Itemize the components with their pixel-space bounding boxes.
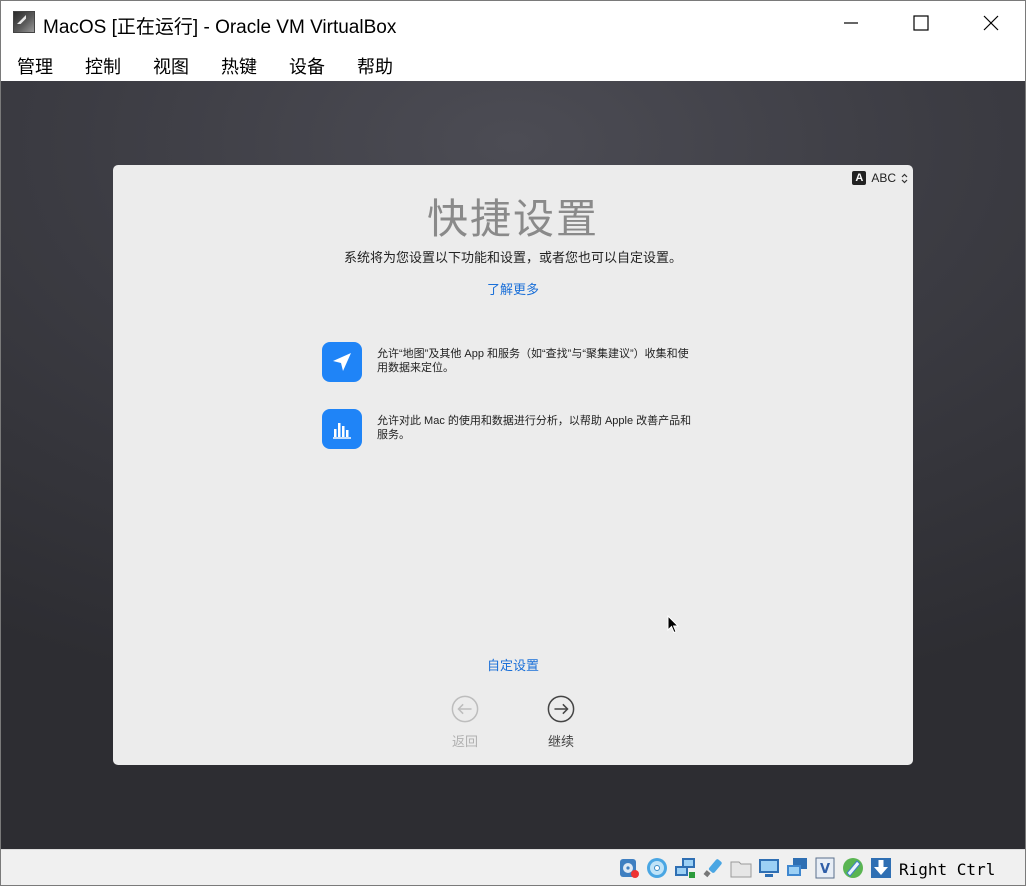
feature-analytics-text: 允许对此 Mac 的使用和数据进行分析，以帮助 Apple 改善产品和服务。: [377, 415, 692, 441]
menu-control[interactable]: 控制: [85, 53, 121, 79]
page-subtitle: 系统将为您设置以下功能和设置，或者您也可以自定设置。: [343, 250, 682, 265]
close-icon: [983, 15, 999, 31]
learn-more-link[interactable]: 了解更多: [113, 279, 913, 298]
menu-hotkeys[interactable]: 热键: [221, 53, 257, 79]
input-source-badge: A: [852, 171, 867, 185]
continue-label: 继续: [547, 734, 574, 749]
hard-disk-icon[interactable]: [617, 856, 641, 880]
minimize-button[interactable]: [816, 1, 886, 45]
window-title: MacOS [正在运行] - Oracle VM VirtualBox: [43, 17, 397, 38]
display-icon[interactable]: [757, 856, 781, 880]
virtualbox-app-icon: [13, 11, 35, 33]
network-icon[interactable]: [673, 856, 697, 880]
keyboard-capture-icon[interactable]: [869, 856, 893, 880]
feature-location: 允许“地图”及其他 App 和服务（如“查找”与“聚集建议”）收集和使用数据来定…: [322, 342, 722, 382]
continue-button[interactable]: 继续: [531, 695, 591, 750]
maximize-icon: [913, 15, 929, 31]
maximize-button[interactable]: [886, 1, 956, 45]
status-bar: V Right Ctrl: [1, 849, 1025, 885]
minimize-icon: [844, 22, 858, 24]
back-label: 返回: [451, 734, 478, 749]
menu-manage[interactable]: 管理: [17, 53, 53, 79]
svg-text:V: V: [820, 862, 830, 877]
capture-icon[interactable]: [785, 856, 809, 880]
input-source-label: ABC: [871, 171, 896, 185]
menu-view[interactable]: 视图: [153, 53, 189, 79]
setup-assistant-panel: A ABC 快捷设置 系统将为您设置以下功能和设置，或者您也可以自定设置。 了解…: [113, 165, 913, 765]
customize-settings-link[interactable]: 自定设置: [113, 655, 913, 674]
feature-analytics: 允许对此 Mac 的使用和数据进行分析，以帮助 Apple 改善产品和服务。: [322, 409, 722, 449]
recording-icon[interactable]: V: [813, 856, 837, 880]
analytics-chart-icon: [322, 409, 362, 449]
optical-drive-icon[interactable]: [645, 856, 669, 880]
menu-devices[interactable]: 设备: [289, 53, 325, 79]
shared-folder-icon[interactable]: [729, 856, 753, 880]
host-key-label: Right Ctrl: [899, 860, 996, 879]
location-arrow-icon: [322, 342, 362, 382]
menu-bar: 管理 控制 视图 热键 设备 帮助: [1, 45, 1025, 81]
virtualbox-window: MacOS [正在运行] - Oracle VM VirtualBox 管理 控…: [0, 0, 1026, 886]
guest-display[interactable]: A ABC 快捷设置 系统将为您设置以下功能和设置，或者您也可以自定设置。 了解…: [1, 81, 1025, 849]
back-button[interactable]: 返回: [435, 695, 495, 750]
usb-icon[interactable]: [701, 856, 725, 880]
page-title: 快捷设置: [427, 196, 599, 242]
guest-additions-icon[interactable]: [841, 856, 865, 880]
close-button[interactable]: [956, 1, 1025, 45]
mouse-pointer-icon: [667, 615, 679, 634]
chevron-updown-icon: [901, 173, 908, 183]
arrow-left-circle-icon: [451, 695, 479, 723]
title-bar: MacOS [正在运行] - Oracle VM VirtualBox: [1, 1, 1025, 45]
menu-help[interactable]: 帮助: [357, 53, 393, 79]
feature-location-text: 允许“地图”及其他 App 和服务（如“查找”与“聚集建议”）收集和使用数据来定…: [377, 348, 689, 374]
arrow-right-circle-icon: [547, 695, 575, 723]
